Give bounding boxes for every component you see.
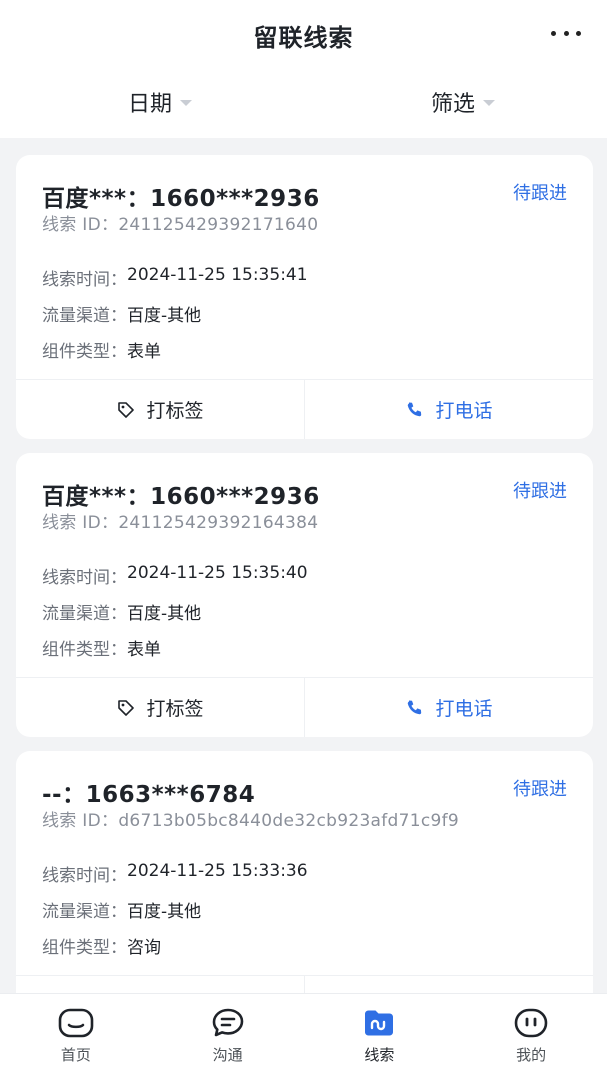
lead-card-header: 百度***：1660***2936 待跟进 线索 ID：241125429392… <box>16 155 593 235</box>
call-button[interactable]: 打电话 <box>305 380 593 439</box>
lead-meta: 线索时间： 2024-11-25 15:35:40 流量渠道： 百度-其他 组件类型… <box>42 563 308 671</box>
lead-component-value: 表单 <box>127 342 161 362</box>
lead-meta: 线索时间： 2024-11-25 15:33:36 流量渠道： 百度-其他 组件类型… <box>42 861 308 969</box>
tag-button-label: 打标签 <box>146 698 204 720</box>
screen-filter[interactable]: 筛选 <box>431 86 496 118</box>
lead-channel-key: 流量渠道： <box>42 902 127 922</box>
profile-icon <box>514 1008 548 1038</box>
lead-card[interactable]: --：1663***6784 待跟进 线索 ID：d6713b05bc8440d… <box>16 751 593 993</box>
lead-title: 百度***：1660***2936 <box>42 186 320 212</box>
lead-title: 百度***：1660***2936 <box>42 484 320 510</box>
status-badge: 待跟进 <box>513 779 567 800</box>
tag-icon <box>118 699 135 716</box>
lead-actions: 打标签 打电话 <box>16 379 593 439</box>
lead-component-row: 组件类型： 表单 <box>42 337 308 373</box>
title-bar: 留联线索 <box>0 0 607 68</box>
tab-chat-label: 沟通 <box>212 1046 243 1064</box>
lead-channel-row: 流量渠道： 百度-其他 <box>42 301 308 337</box>
lead-actions: 打标签 打电话 <box>16 677 593 737</box>
tag-button[interactable]: 打标签 <box>16 976 305 993</box>
bottom-tab-bar: 首页 沟通 线索 我的 <box>0 993 607 1080</box>
lead-id-prefix: 线索 ID： <box>42 513 119 533</box>
lead-card-header: --：1663***6784 待跟进 线索 ID：d6713b05bc8440d… <box>16 751 593 831</box>
lead-id-prefix: 线索 ID： <box>42 811 119 831</box>
tab-profile-label: 我的 <box>516 1046 547 1064</box>
lead-time-row: 线索时间： 2024-11-25 15:33:36 <box>42 861 308 897</box>
lead-time-value: 2024-11-25 15:33:36 <box>127 861 308 881</box>
lead-id-value: d6713b05bc8440de32cb923afd71c9f9 <box>118 811 460 831</box>
lead-card[interactable]: 百度***：1660***2936 待跟进 线索 ID：241125429392… <box>16 453 593 737</box>
lead-component-key: 组件类型： <box>42 938 127 958</box>
call-button-label: 打电话 <box>435 698 493 720</box>
leads-page: 留联线索 日期 筛选 百度***：1660***2936 待跟进 线索 ID：2… <box>0 0 607 1080</box>
call-button[interactable]: 打电话 <box>305 678 593 737</box>
page-title: 留联线索 <box>253 24 354 52</box>
lead-time-key: 线索时间： <box>42 568 127 588</box>
lead-component-value: 表单 <box>127 640 161 660</box>
lead-meta: 线索时间： 2024-11-25 15:35:41 流量渠道： 百度-其他 组件类型… <box>42 265 308 373</box>
tab-profile[interactable]: 我的 <box>455 994 607 1080</box>
lead-card-header: 百度***：1660***2936 待跟进 线索 ID：241125429392… <box>16 453 593 533</box>
date-filter[interactable]: 日期 <box>128 86 193 118</box>
lead-channel-key: 流量渠道： <box>42 604 127 624</box>
phone-icon <box>408 700 422 714</box>
tag-button-label: 打标签 <box>146 400 204 422</box>
lead-card[interactable]: 百度***：1660***2936 待跟进 线索 ID：241125429392… <box>16 155 593 439</box>
lead-id: 线索 ID：d6713b05bc8440de32cb923afd71c9f9 <box>42 806 459 831</box>
tab-chat[interactable]: 沟通 <box>152 994 304 1080</box>
filter-bar: 日期 筛选 <box>0 68 607 138</box>
tab-leads[interactable]: 线索 <box>304 994 456 1080</box>
more-options-icon[interactable] <box>551 23 581 43</box>
tag-button[interactable]: 打标签 <box>16 678 305 737</box>
lead-id-value: 241125429392164384 <box>118 513 319 533</box>
caret-down-icon <box>483 100 496 106</box>
lead-channel-row: 流量渠道： 百度-其他 <box>42 897 308 933</box>
tab-home[interactable]: 首页 <box>0 994 152 1080</box>
lead-channel-value: 百度-其他 <box>127 902 202 922</box>
date-filter-label: 日期 <box>128 92 173 117</box>
tab-leads-label: 线索 <box>364 1046 395 1064</box>
lead-channel-value: 百度-其他 <box>127 306 202 326</box>
call-button-label: 打电话 <box>435 400 493 422</box>
lead-component-row: 组件类型： 表单 <box>42 635 308 671</box>
lead-component-key: 组件类型： <box>42 640 127 660</box>
lead-list: 百度***：1660***2936 待跟进 线索 ID：241125429392… <box>0 138 607 993</box>
leads-icon <box>365 1010 394 1036</box>
lead-id-prefix: 线索 ID： <box>42 215 119 235</box>
lead-time-value: 2024-11-25 15:35:41 <box>127 265 308 285</box>
lead-time-key: 线索时间： <box>42 270 127 290</box>
lead-time-row: 线索时间： 2024-11-25 15:35:40 <box>42 563 308 599</box>
lead-id: 线索 ID：241125429392164384 <box>42 508 318 533</box>
lead-channel-row: 流量渠道： 百度-其他 <box>42 599 308 635</box>
call-button[interactable]: 打电话 <box>305 976 593 993</box>
tag-icon <box>118 401 135 418</box>
screen-filter-label: 筛选 <box>431 92 476 117</box>
status-badge: 待跟进 <box>513 481 567 502</box>
tab-home-label: 首页 <box>60 1046 91 1064</box>
lead-channel-value: 百度-其他 <box>127 604 202 624</box>
tag-button[interactable]: 打标签 <box>16 380 305 439</box>
lead-time-value: 2024-11-25 15:35:40 <box>127 563 308 583</box>
caret-down-icon <box>180 100 193 106</box>
chat-icon <box>212 1008 243 1037</box>
lead-title: --：1663***6784 <box>42 782 256 808</box>
lead-component-value: 咨询 <box>127 938 161 958</box>
lead-id-value: 241125429392171640 <box>118 215 319 235</box>
phone-icon <box>408 402 422 416</box>
lead-time-row: 线索时间： 2024-11-25 15:35:41 <box>42 265 308 301</box>
status-badge: 待跟进 <box>513 183 567 204</box>
lead-channel-key: 流量渠道： <box>42 306 127 326</box>
lead-time-key: 线索时间： <box>42 866 127 886</box>
lead-actions: 打标签 打电话 <box>16 975 593 993</box>
home-icon <box>58 1008 94 1038</box>
lead-id: 线索 ID：241125429392171640 <box>42 210 318 235</box>
lead-component-row: 组件类型： 咨询 <box>42 933 308 969</box>
lead-component-key: 组件类型： <box>42 342 127 362</box>
header: 留联线索 日期 筛选 <box>0 0 607 138</box>
